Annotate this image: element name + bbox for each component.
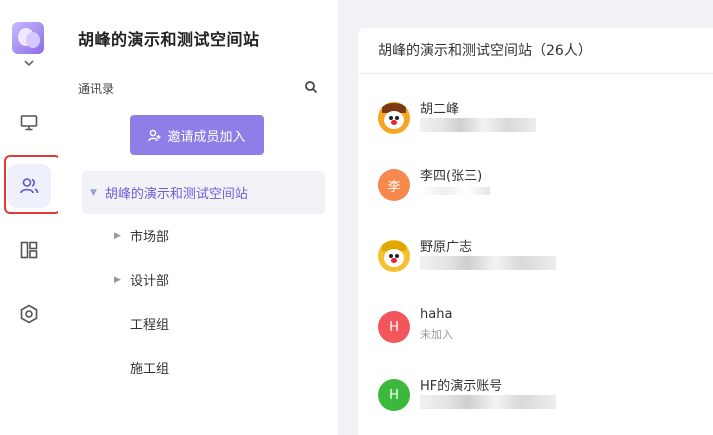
tree-item-label: 设计部: [130, 274, 170, 289]
redacted-info: [420, 187, 490, 195]
member-name: haha: [420, 307, 453, 322]
redacted-info: [420, 118, 536, 132]
caret-right-icon[interactable]: ▶: [114, 231, 130, 241]
member-name: 胡二峰: [420, 102, 460, 117]
tree-item-label: 工程组: [130, 318, 170, 333]
tree-item-market[interactable]: ▶ 市场部: [114, 226, 169, 245]
member-avatar: [378, 102, 410, 134]
member-row[interactable]: H HF的演示账号: [378, 379, 708, 419]
settings-icon: [20, 304, 38, 324]
workspace-switcher[interactable]: [12, 22, 46, 67]
invite-members-label: 邀请成员加入: [167, 129, 246, 145]
tree-root-label: 胡峰的演示和测试空间站: [104, 187, 248, 202]
app-rail: [0, 0, 61, 435]
member-row[interactable]: H haha 未加入: [378, 307, 708, 351]
desktop-icon: [20, 115, 38, 131]
members-title: 胡峰的演示和测试空间站（26人）: [378, 43, 592, 59]
redacted-info: [420, 256, 556, 270]
invite-members-button[interactable]: 邀请成员加入: [130, 115, 264, 155]
members-card: 胡峰的演示和测试空间站（26人） 胡二峰 李 李四(张三) 野原广志 H hah…: [358, 28, 713, 435]
member-row[interactable]: 野原广志: [378, 240, 708, 280]
caret-right-icon[interactable]: ▶: [114, 275, 130, 285]
member-name: 野原广志: [420, 240, 473, 255]
tree-item-design[interactable]: ▶ 设计部: [114, 270, 169, 289]
member-avatar: 李: [378, 169, 410, 201]
contacts-sidebar: 胡峰的演示和测试空间站 通讯录 邀请成员加入 ▼ 胡峰的演示和测试空间站 ▶ 市…: [58, 0, 338, 435]
divider: [358, 73, 713, 74]
caret-down-icon[interactable]: ▼: [90, 188, 97, 198]
chevron-down-icon[interactable]: [22, 58, 36, 68]
tree-item-label: 市场部: [130, 230, 170, 245]
tree-item-label: 施工组: [130, 362, 170, 377]
member-avatar: H: [378, 379, 410, 411]
rail-settings-button[interactable]: [7, 292, 51, 336]
workspace-avatar[interactable]: [12, 22, 44, 54]
tree-root-item[interactable]: ▼ 胡峰的演示和测试空间站: [82, 171, 325, 214]
redacted-info: [420, 395, 556, 409]
member-name: 李四(张三): [420, 169, 483, 184]
tree-item-engineering[interactable]: 工程组: [130, 314, 169, 333]
contacts-section-label: 通讯录: [78, 82, 115, 96]
tree-item-construction[interactable]: 施工组: [130, 358, 169, 377]
member-avatar: H: [378, 311, 410, 343]
search-icon[interactable]: [304, 80, 318, 94]
add-user-icon: [148, 129, 161, 141]
dashboard-icon: [20, 241, 38, 259]
member-status: 未加入: [420, 328, 453, 341]
highlight-box: [4, 155, 61, 214]
rail-dashboard-button[interactable]: [7, 228, 51, 272]
member-name: HF的演示账号: [420, 379, 503, 394]
rail-desktop-button[interactable]: [7, 101, 51, 145]
workspace-title: 胡峰的演示和测试空间站: [78, 30, 260, 49]
member-avatar: [378, 240, 410, 272]
member-row[interactable]: 胡二峰: [378, 102, 708, 142]
member-row[interactable]: 李 李四(张三): [378, 169, 708, 209]
